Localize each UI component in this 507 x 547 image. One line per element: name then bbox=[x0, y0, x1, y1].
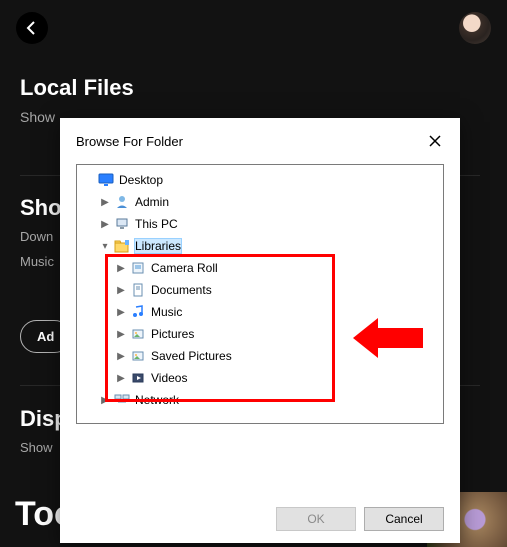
tree-node-cameraroll[interactable]: ▶ Camera Roll bbox=[79, 257, 441, 279]
dialog-footer: OK Cancel bbox=[60, 495, 460, 543]
node-label-libraries[interactable]: Libraries bbox=[135, 239, 181, 253]
network-icon bbox=[113, 391, 131, 409]
expander-icon[interactable]: ▶ bbox=[97, 197, 113, 208]
expander-icon[interactable]: ▶ bbox=[113, 329, 129, 340]
node-label-savedpictures[interactable]: Saved Pictures bbox=[151, 349, 232, 363]
node-label-videos[interactable]: Videos bbox=[151, 371, 187, 385]
expander-icon-open[interactable]: ▾ bbox=[97, 241, 113, 252]
node-label-thispc[interactable]: This PC bbox=[135, 217, 178, 231]
chevron-left-icon bbox=[24, 20, 40, 36]
expander-icon[interactable]: ▶ bbox=[97, 219, 113, 230]
pictures-icon bbox=[129, 325, 147, 343]
node-label-admin[interactable]: Admin bbox=[135, 195, 169, 209]
music-icon bbox=[129, 303, 147, 321]
expander-icon[interactable]: ▶ bbox=[97, 395, 113, 406]
browse-for-folder-dialog: Browse For Folder Desktop ▶ Admin ▶ This… bbox=[60, 118, 460, 543]
ok-button[interactable]: OK bbox=[276, 507, 356, 531]
expander-icon[interactable]: ▶ bbox=[113, 307, 129, 318]
videos-icon bbox=[129, 369, 147, 387]
tree-node-desktop[interactable]: Desktop bbox=[79, 169, 441, 191]
expander-icon[interactable]: ▶ bbox=[113, 351, 129, 362]
tree-node-thispc[interactable]: ▶ This PC bbox=[79, 213, 441, 235]
tree-node-pictures[interactable]: ▶ Pictures bbox=[79, 323, 441, 345]
dialog-title: Browse For Folder bbox=[76, 134, 183, 149]
library-item-icon bbox=[129, 259, 147, 277]
libraries-icon bbox=[113, 237, 131, 255]
tree-node-music[interactable]: ▶ Music bbox=[79, 301, 441, 323]
tree-node-savedpictures[interactable]: ▶ Saved Pictures bbox=[79, 345, 441, 367]
tree-node-documents[interactable]: ▶ Documents bbox=[79, 279, 441, 301]
tree-node-network[interactable]: ▶ Network bbox=[79, 389, 441, 411]
dialog-header: Browse For Folder bbox=[60, 118, 460, 164]
close-button[interactable] bbox=[426, 132, 444, 150]
section-title-local-files: Local Files bbox=[20, 75, 487, 101]
pc-icon bbox=[113, 215, 131, 233]
tree-node-libraries[interactable]: ▾ Libraries bbox=[79, 235, 441, 257]
expander-icon[interactable]: ▶ bbox=[113, 263, 129, 274]
tree-node-videos[interactable]: ▶ Videos bbox=[79, 367, 441, 389]
node-label-cameraroll[interactable]: Camera Roll bbox=[151, 261, 218, 275]
cancel-button[interactable]: Cancel bbox=[364, 507, 444, 531]
documents-icon bbox=[129, 281, 147, 299]
app-topbar bbox=[0, 0, 507, 55]
node-label-network[interactable]: Network bbox=[135, 393, 179, 407]
node-label-documents[interactable]: Documents bbox=[151, 283, 212, 297]
user-icon bbox=[113, 193, 131, 211]
back-button[interactable] bbox=[16, 12, 48, 44]
pictures-icon bbox=[129, 347, 147, 365]
folder-tree[interactable]: Desktop ▶ Admin ▶ This PC ▾ Libraries ▶ … bbox=[76, 164, 444, 424]
close-icon bbox=[429, 135, 441, 147]
tree-node-admin[interactable]: ▶ Admin bbox=[79, 191, 441, 213]
desktop-icon bbox=[97, 171, 115, 189]
expander-icon[interactable]: ▶ bbox=[113, 373, 129, 384]
avatar[interactable] bbox=[459, 12, 491, 44]
node-label-pictures[interactable]: Pictures bbox=[151, 327, 194, 341]
node-label-music[interactable]: Music bbox=[151, 305, 182, 319]
node-label-desktop[interactable]: Desktop bbox=[119, 173, 163, 187]
expander-icon[interactable]: ▶ bbox=[113, 285, 129, 296]
